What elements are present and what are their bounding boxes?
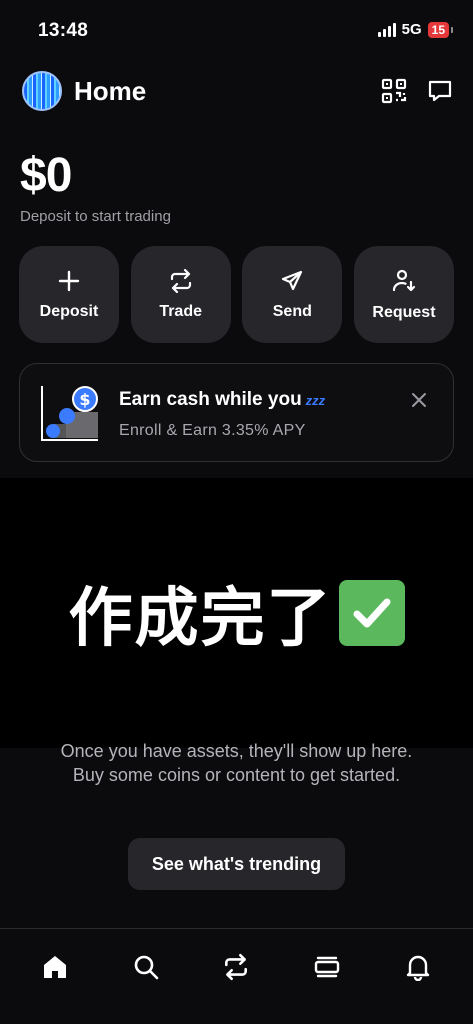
promo-subtitle: Enroll & Earn 3.35% APY [119, 422, 306, 439]
balance-subtitle: Deposit to start trading [20, 208, 171, 225]
close-icon[interactable] [409, 390, 429, 410]
page-title: Home [74, 75, 147, 106]
status-bar: 13:48 5G 15 [0, 0, 473, 56]
network-type: 5G [401, 21, 422, 38]
promo-title-text: Earn cash while you [119, 389, 302, 410]
completion-text: 作成完了 [69, 567, 405, 659]
promo-title: Earn cash while you zzz [119, 389, 325, 411]
action-buttons: Deposit Trade Send Request [19, 246, 454, 343]
status-indicators: 5G 15 [377, 21, 454, 38]
check-mark-icon [338, 580, 405, 646]
request-label: Request [372, 303, 436, 321]
completion-overlay: 作成完了 [0, 478, 473, 748]
bottom-nav [0, 928, 473, 1024]
battery-icon: 15 [427, 21, 454, 38]
plus-icon [58, 270, 80, 291]
nav-portfolio[interactable] [307, 947, 347, 987]
send-button[interactable]: Send [242, 246, 343, 343]
swap-icon [170, 268, 191, 293]
send-icon [282, 270, 303, 290]
completion-label: 作成完了 [68, 582, 333, 656]
empty-state-text: Once you have assets, they'll show up he… [60, 741, 413, 785]
balance-amount: $0 [20, 149, 72, 202]
promo-card[interactable]: $ Earn cash while you zzz Enroll & Earn 3… [19, 363, 454, 462]
sleep-zzz-icon: zzz [305, 393, 326, 408]
savings-graph-icon: $ [40, 384, 100, 442]
request-button[interactable]: Request [353, 246, 454, 343]
nav-home[interactable] [35, 947, 75, 987]
bell-icon [406, 955, 429, 981]
signal-icon [377, 22, 396, 37]
swap-icon [225, 953, 248, 981]
status-time: 13:48 [38, 20, 89, 41]
nav-notifications[interactable] [398, 947, 438, 987]
avatar[interactable] [22, 71, 62, 111]
search-icon [134, 955, 159, 980]
deposit-label: Deposit [39, 302, 99, 320]
nav-search[interactable] [126, 947, 166, 987]
trade-label: Trade [159, 302, 202, 320]
chat-bubble-icon[interactable] [425, 76, 455, 106]
home-icon [44, 956, 67, 978]
header: Home [22, 70, 455, 112]
deposit-button[interactable]: Deposit [19, 246, 119, 343]
request-icon [392, 269, 416, 291]
trade-button[interactable]: Trade [130, 246, 231, 343]
nav-trade[interactable] [216, 947, 256, 987]
stack-icon [314, 956, 340, 978]
send-label: Send [272, 302, 312, 320]
qr-code-icon[interactable] [379, 76, 409, 106]
see-trending-button[interactable]: See what's trending [128, 838, 345, 890]
svg-text:$: $ [79, 390, 90, 409]
